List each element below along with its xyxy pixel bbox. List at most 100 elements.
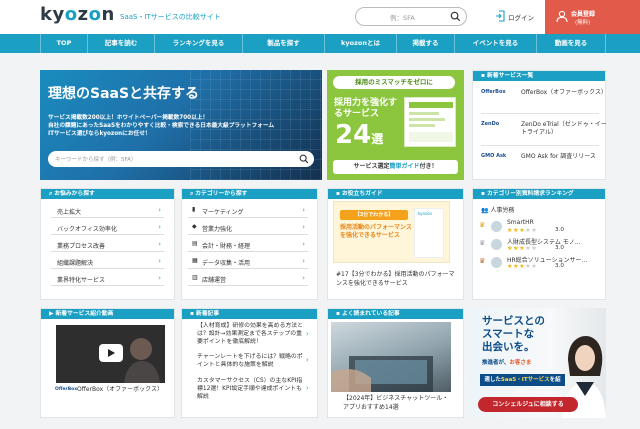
chevron-right-icon: ›: [302, 274, 305, 282]
login-button[interactable]: ログイン: [490, 6, 542, 28]
register-button[interactable]: 会員登録 (無料): [545, 0, 640, 34]
chevron-right-icon: ›: [158, 240, 161, 248]
banner-number: 24選: [335, 120, 384, 150]
trend-icon: ▪: [336, 311, 340, 317]
guide-image-doc: kyozon: [414, 208, 444, 258]
service-logo: OfferBox: [55, 387, 78, 392]
store-icon: ▥: [192, 274, 198, 281]
nav-videos[interactable]: 動画を見る: [536, 34, 606, 53]
hero-search-input[interactable]: キーワードから探す（例：SFA）: [48, 151, 314, 167]
concierge-ad-banner[interactable]: サービスとの スマートな 出会いを。 推進者が、お客さま 適したSaaS・ITサービ…: [468, 308, 606, 418]
category-item[interactable]: ▦ データ収集・活用 ›: [188, 254, 308, 269]
crown-gold-icon: ♛: [479, 221, 486, 229]
service-name[interactable]: GMO Ask for 調査リリース: [521, 153, 609, 161]
nav-ranking[interactable]: ランキングを見る: [154, 34, 242, 53]
global-nav: TOP 記事を読む ランキングを見る 製品を探す kyozonとは 掲載する イ…: [0, 34, 640, 53]
ad-headline: サービスとの スマートな 出会いを。: [482, 315, 545, 353]
hero-description-3: ITサービス選びならkyozonにお任せ！: [48, 131, 151, 137]
login-label: ログイン: [508, 14, 534, 22]
nav-top[interactable]: TOP: [40, 34, 87, 53]
popular-article-thumbnail[interactable]: [331, 322, 451, 392]
ad-line-1: 推進者が、お客さま: [482, 360, 532, 366]
ranking-item[interactable]: ♛ SmartHR ★★★★★ 3.0: [479, 218, 629, 236]
worry-item[interactable]: 売上拡大 ›: [51, 203, 164, 218]
ranking-category: 👥 人事労務: [481, 207, 515, 214]
nav-articles[interactable]: 記事を読む: [87, 34, 154, 53]
category-item[interactable]: ◆ 営業力強化 ›: [188, 220, 308, 235]
ranking-panel: ▪ カテゴリー別資料請求ランキング 👥 人事労務 ♛ SmartHR ★★★★★ 3…: [472, 188, 606, 300]
register-label: 会員登録: [571, 11, 596, 18]
search-icon[interactable]: [299, 154, 309, 166]
new-services-header: ▪ 新着サービス一覧: [473, 71, 605, 81]
category-item[interactable]: ▤ 会計・財務・経理 ›: [188, 237, 308, 252]
video-service-name[interactable]: OfferBox（オファーボックス）: [77, 386, 169, 395]
header-search-input[interactable]: 例：SFA: [355, 7, 467, 26]
service-name[interactable]: ZenDo eTrial（ゼンドゥ・イートライアル）: [521, 121, 609, 137]
rating-stars: ★★★★★: [507, 263, 538, 270]
news-item[interactable]: チャーンレートを下げるには？戦略のポイントと具体的な施策を解説: [197, 353, 307, 369]
chevron-right-icon[interactable]: ›: [306, 356, 309, 364]
news-item[interactable]: 【人材育成】研修の効果を高める方法とは？設計→効果測定まで各ステップの重要ポイン…: [197, 322, 307, 347]
chevron-right-icon: ›: [302, 223, 305, 231]
popular-header: ▪ よく読まれている記事: [328, 309, 463, 319]
chevron-right-icon: ›: [158, 257, 161, 265]
category-item[interactable]: ▥ 店舗運営 ›: [188, 271, 308, 286]
rating-stars: ★★★★★: [507, 245, 538, 252]
guide-document-image: [404, 97, 456, 147]
worry-item[interactable]: バックオフィス効率化 ›: [51, 220, 164, 235]
service-item[interactable]: OfferBox OfferBox（オファーボックス）: [481, 84, 631, 110]
chevron-right-icon[interactable]: ›: [306, 330, 309, 338]
consult-concierge-button[interactable]: コンシェルジュに相談する: [478, 397, 578, 412]
marketing-icon: ▮: [192, 206, 196, 213]
accounting-icon: ▤: [192, 240, 198, 247]
guide-badge: 【3分でわかる】: [340, 210, 408, 220]
product-logo: [491, 221, 502, 232]
service-item[interactable]: GMO Ask GMO Ask for 調査リリース: [481, 148, 631, 174]
service-logo: OfferBox: [481, 89, 506, 95]
hero-search-placeholder: キーワードから探す（例：SFA）: [55, 157, 137, 163]
recruiting-services-banner[interactable]: 採用のミスマッチをゼロに 採用力を強化するサービス 24選 サービス選定簡単ガイ…: [327, 70, 464, 180]
rating-stars: ★★★★★: [507, 227, 538, 234]
video-thumbnail[interactable]: [56, 325, 165, 383]
ranking-item[interactable]: ♛ HR総合ソリューションサー… ★★★★★ 3.0: [479, 254, 629, 272]
search-icon[interactable]: [450, 11, 461, 24]
category-item[interactable]: ▮ マーケティング ›: [188, 203, 308, 218]
site-logo[interactable]: kyozon: [40, 4, 115, 25]
nav-about[interactable]: kyozonとは: [324, 34, 396, 53]
crown-silver-icon: ♛: [479, 239, 486, 247]
find-by-worries-panel: ⌕ お悩みから探す 売上拡大 › バックオフィス効率化 › 業務プロセス改善 › 組織課…: [40, 188, 175, 300]
chevron-right-icon[interactable]: ›: [306, 384, 309, 392]
worries-header: ⌕ お悩みから探す: [41, 189, 174, 199]
tag-icon: ▪: [481, 73, 485, 79]
service-item[interactable]: ZenDo ZenDo eTrial（ゼンドゥ・イートライアル）: [481, 116, 631, 142]
banner-footer: サービス選定簡単ガイド付き！: [333, 160, 458, 174]
new-services-panel: ▪ 新着サービス一覧 OfferBox OfferBox（オファーボックス） Ze…: [472, 70, 607, 180]
guide-caption[interactable]: #17【3分でわかる】採用活動のパフォーマンスを強化できるサービス: [336, 271, 456, 288]
nav-products[interactable]: 製品を探す: [242, 34, 324, 53]
ad-line-2: 適したSaaS・ITサービスを紹介！: [480, 374, 565, 395]
categories-header: ⌕ カテゴリーから探す: [182, 189, 317, 199]
search-icon: ⌕: [190, 191, 194, 197]
chevron-right-icon: ›: [158, 274, 161, 282]
banner-tag: 採用のミスマッチをゼロに: [333, 76, 455, 89]
site-tagline: SaaS・ITサービスの比較サイト: [120, 13, 221, 21]
news-item[interactable]: カスタマーサクセス（CS）の主なKPI指標12選！KPI設定手順や達成ポイントも…: [197, 377, 307, 402]
guide-image-title: 採用活動のパフォーマンスを強化できるサービス: [340, 224, 412, 239]
chevron-right-icon: ›: [302, 206, 305, 214]
find-by-category-panel: ⌕ カテゴリーから探す ▮ マーケティング › ◆ 営業力強化 › ▤ 会計・財務・経理 › …: [181, 188, 318, 300]
play-icon[interactable]: [99, 344, 123, 362]
sales-icon: ◆: [192, 223, 197, 230]
worry-item[interactable]: 業務プロセス改善 ›: [51, 237, 164, 252]
chevron-right-icon: ›: [158, 206, 161, 214]
guide-thumbnail[interactable]: 【3分でわかる】 採用活動のパフォーマンスを強化できるサービス kyozon: [333, 201, 450, 263]
product-logo: [491, 257, 502, 268]
ranking-item[interactable]: ♛ 人財成長型システム モノ… ★★★★★ 3.0: [479, 236, 629, 254]
nav-events[interactable]: イベントを見る: [454, 34, 536, 53]
worry-item[interactable]: 組織課題解決 ›: [51, 254, 164, 269]
nav-listing[interactable]: 掲載する: [396, 34, 454, 53]
service-name[interactable]: OfferBox（オファーボックス）: [521, 89, 609, 97]
user-add-icon: [556, 10, 568, 25]
popular-article-caption[interactable]: 【2024年】ビジネスチャットツール・アプリおすすめ14選: [343, 395, 453, 412]
guide-header: ▪ お役立ちガイド: [328, 189, 463, 199]
worry-item[interactable]: 業界特化サービス ›: [51, 271, 164, 286]
